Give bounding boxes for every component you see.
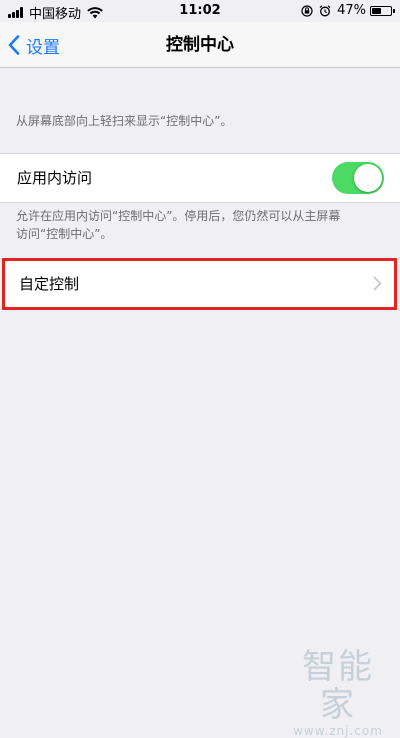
watermark-brand: 智能家 [302,647,374,725]
in-app-access-description: 允许在应用内访问“控制中心”。停用后，您仍然可以从主屏幕 访问“控制中心”。 [16,207,386,243]
toggle-knob [354,164,382,192]
back-button-label: 设置 [26,37,60,58]
watermark-logo: 智能家 www.znj.com [288,648,388,738]
page-title: 控制中心 [166,35,234,55]
status-bar: 中国移动 11:02 47% [0,0,400,22]
chevron-right-icon [373,276,382,291]
description-line: 访问“控制中心”。 [16,227,113,241]
in-app-access-label: 应用内访问 [17,169,93,187]
back-button[interactable]: 设置 [8,22,60,68]
swipe-up-description: 从屏幕底部向上轻扫来显示“控制中心”。 [16,114,233,128]
status-right: 47% [301,3,395,18]
watermark-url: www.znj.com [293,724,383,738]
battery-percentage: 47% [337,3,366,18]
in-app-access-row: 应用内访问 [0,153,400,203]
customize-controls-label: 自定控制 [19,275,80,293]
battery-icon [370,5,395,16]
rotation-lock-icon [301,4,313,17]
alarm-icon [319,4,331,16]
navigation-bar: 控制中心 设置 [0,22,400,68]
customize-controls-row[interactable]: 自定控制 [2,258,397,310]
description-line: 允许在应用内访问“控制中心”。停用后，您仍然可以从主屏幕 [16,209,341,223]
chevron-left-icon [8,35,20,55]
in-app-access-toggle[interactable] [332,162,384,194]
